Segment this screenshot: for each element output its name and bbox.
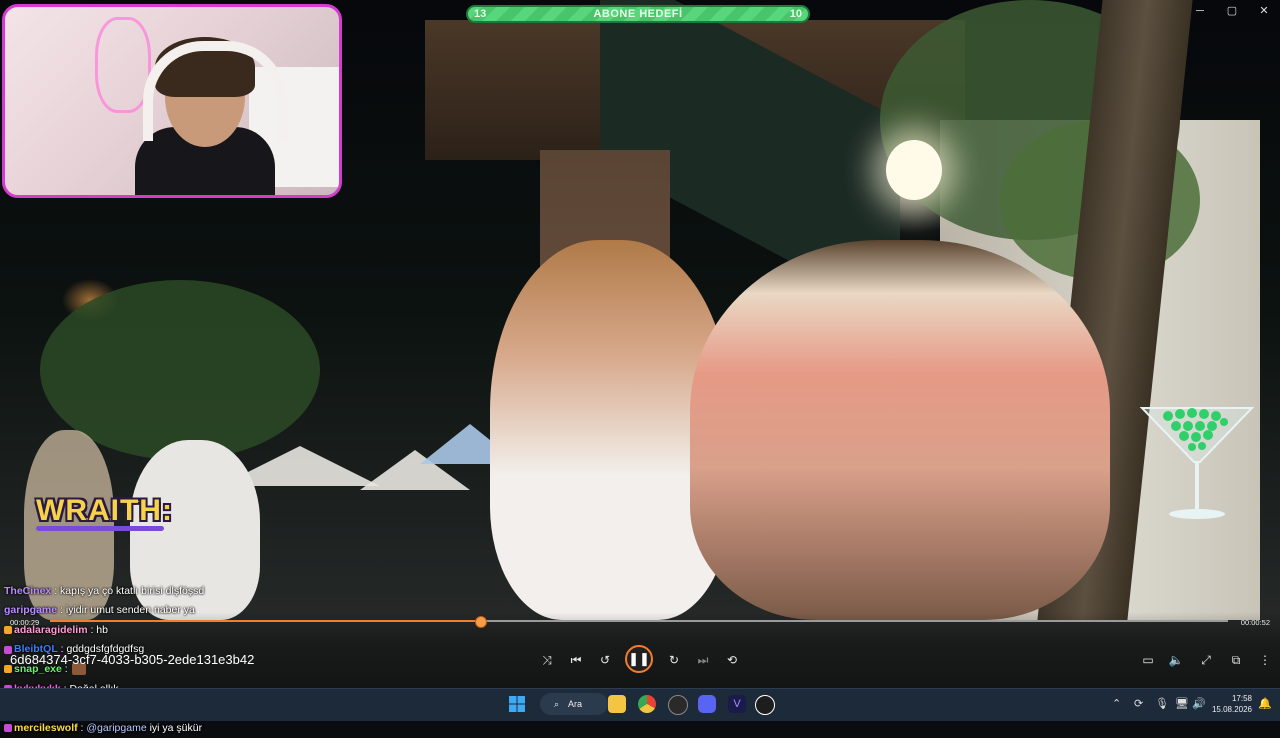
martini-glass-icon bbox=[1139, 407, 1255, 519]
taskbar-search[interactable]: ⌕ Ara bbox=[540, 693, 608, 715]
subtitles-icon[interactable]: ▭ bbox=[1139, 652, 1157, 668]
chat-text: : kapış ya ço ktatlı birisi dlşföşsd bbox=[54, 584, 205, 597]
chat-message: adalaragidelim : hb bbox=[4, 621, 204, 641]
file-explorer-icon[interactable] bbox=[608, 695, 626, 713]
next-icon[interactable]: ⏭ bbox=[694, 652, 712, 668]
obs-icon[interactable] bbox=[668, 695, 688, 715]
logo-underline bbox=[36, 526, 164, 531]
volume-icon[interactable]: 🔈 bbox=[1167, 652, 1185, 668]
chat-text: : bbox=[80, 721, 84, 734]
start-button[interactable] bbox=[508, 695, 526, 713]
minimize-button[interactable]: ─ bbox=[1184, 2, 1216, 20]
goal-target: 10 bbox=[789, 8, 802, 20]
microphone-icon[interactable]: 🎙 bbox=[1155, 697, 1169, 710]
forward-icon[interactable]: ↻ bbox=[665, 652, 683, 668]
goal-title: ABONE HEDEFİ bbox=[593, 8, 683, 20]
notification-icon[interactable]: 🔔 bbox=[1258, 697, 1272, 710]
windows-logo-icon bbox=[509, 696, 525, 712]
taskbar-clock[interactable]: 17:58 15.08.2026 bbox=[1206, 693, 1252, 715]
chat-username[interactable]: adalaragidelim bbox=[14, 624, 88, 636]
wraith-logo: WRAITH: bbox=[36, 494, 173, 527]
shuffle-icon[interactable]: ⤨ bbox=[538, 652, 556, 668]
search-label: Ara bbox=[568, 699, 583, 709]
app-v-icon[interactable]: V bbox=[728, 695, 746, 713]
chat-username[interactable]: garipgame bbox=[4, 604, 57, 616]
chat-text: iyi ya şükür bbox=[149, 721, 203, 734]
chat-badge-icon bbox=[4, 723, 12, 732]
previous-icon[interactable]: ⏮ bbox=[567, 652, 585, 668]
speaker-icon[interactable]: 🔊 bbox=[1192, 697, 1206, 710]
seek-bar[interactable] bbox=[50, 616, 1228, 628]
subscriber-goal-bar: 13 ABONE HEDEFİ 10 bbox=[466, 5, 810, 23]
close-button[interactable]: ✕ bbox=[1248, 2, 1280, 20]
rewind-icon[interactable]: ↺ bbox=[596, 652, 614, 668]
chrome-icon[interactable] bbox=[638, 695, 656, 713]
window-controls: ─ ▢ ✕ bbox=[1184, 2, 1280, 20]
girl-right bbox=[690, 240, 1110, 620]
chat-message: garipgame : iyidir umut senden naber ya bbox=[4, 601, 204, 621]
search-icon: ⌕ bbox=[554, 699, 560, 709]
sync-icon[interactable]: ⟳ bbox=[1134, 697, 1143, 710]
clock-date: 15.08.2026 bbox=[1211, 705, 1252, 714]
street-lamp bbox=[886, 140, 942, 200]
fullscreen-icon[interactable]: ⤢ bbox=[1197, 652, 1215, 668]
chat-message: mercileswolf : @garipgame iyi ya şükür bbox=[4, 719, 204, 738]
seek-handle[interactable] bbox=[474, 616, 487, 628]
maximize-button[interactable]: ▢ bbox=[1216, 2, 1248, 20]
discord-icon[interactable] bbox=[698, 695, 716, 713]
popout-icon[interactable]: ⧉ bbox=[1227, 652, 1245, 668]
more-options-icon[interactable]: ⋮ bbox=[1256, 652, 1274, 668]
chat-text: : iyidir umut senden naber ya bbox=[60, 604, 195, 617]
chat-username[interactable]: mercileswolf bbox=[14, 722, 78, 734]
total-time: 00:00:52 bbox=[1240, 618, 1270, 627]
media-player-icon[interactable] bbox=[755, 695, 775, 715]
chat-badge-icon bbox=[4, 626, 12, 634]
headset bbox=[143, 41, 287, 141]
chat-text: : hb bbox=[90, 623, 108, 636]
chat-username[interactable]: TheCinex bbox=[4, 585, 51, 597]
tray-overflow-icon[interactable]: ⌃ bbox=[1112, 697, 1121, 710]
media-id: 6d684374-3cf7-4033-b305-2ede131e3b42 bbox=[10, 652, 255, 667]
chat-mention[interactable]: @garipgame bbox=[86, 722, 146, 734]
repeat-icon[interactable]: ⟲ bbox=[723, 652, 741, 668]
clock-time: 17:58 bbox=[1231, 694, 1252, 703]
chat-message: TheCinex : kapış ya ço ktatlı birisi dlş… bbox=[4, 582, 204, 602]
chat-message bbox=[4, 562, 204, 582]
pause-button[interactable]: ❚❚ bbox=[625, 645, 653, 673]
network-icon[interactable]: 🖥 bbox=[1175, 697, 1189, 710]
streamer-webcam bbox=[2, 4, 342, 198]
